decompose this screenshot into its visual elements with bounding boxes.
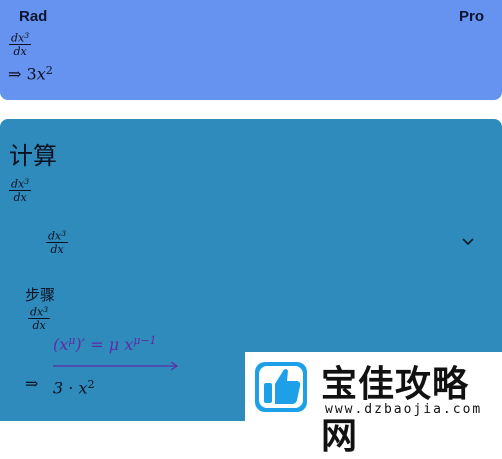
step-result: 3 · x2 <box>53 378 95 398</box>
step-numerator: dx <box>30 305 44 319</box>
collapsible-step-fraction[interactable]: dx3 dx <box>46 229 69 257</box>
power-rule-left: (x <box>53 334 69 354</box>
header-numerator: dx <box>11 31 25 45</box>
header-denominator: dx <box>13 45 27 59</box>
header-derivative-fraction: dx3 dx <box>9 31 32 59</box>
rule-arrow-icon <box>53 361 179 371</box>
step-result-arrow: ⇒ <box>25 374 39 393</box>
calc-denominator: dx <box>13 191 27 205</box>
watermark-url: www.dzbaojia.com <box>325 402 483 417</box>
calc-derivative-fraction: dx3 dx <box>9 177 32 205</box>
thumbs-up-logo <box>255 362 307 412</box>
step-result-coef: 3 · x <box>53 378 88 398</box>
step-denominator: dx <box>32 319 46 333</box>
rad-mode-label[interactable]: Rad <box>19 8 47 25</box>
header-result-coef: 3 <box>26 64 37 84</box>
collapsible-denominator: dx <box>50 243 64 257</box>
header-result-arrow: ⇒ <box>8 64 22 84</box>
calculation-title: 计算 <box>9 142 57 170</box>
header-result-var: x <box>36 64 46 84</box>
collapsible-numerator-exp: 3 <box>61 229 67 238</box>
header-result-exp: 2 <box>45 64 53 77</box>
collapsible-numerator: dx <box>48 229 62 243</box>
result-card[interactable] <box>0 0 502 100</box>
calc-numerator: dx <box>11 177 25 191</box>
chevron-down-icon[interactable] <box>461 235 475 249</box>
header-result: ⇒ 3x2 <box>8 64 53 84</box>
step-numerator-exp: 3 <box>43 305 49 314</box>
header-numerator-exp: 3 <box>24 31 30 40</box>
power-rule-right-exp: μ−1 <box>133 334 157 347</box>
calc-numerator-exp: 3 <box>24 177 30 186</box>
pro-mode-label[interactable]: Pro <box>459 8 484 25</box>
power-rule-text: (xμ)′ = μ xμ−1 <box>53 334 156 354</box>
power-rule: (xμ)′ = μ xμ−1 <box>53 334 183 374</box>
steps-label: 步骤 <box>25 286 56 304</box>
step-result-exp: 2 <box>87 378 95 391</box>
step-derivative-fraction: dx3 dx <box>28 305 51 333</box>
power-rule-right: )′ = μ x <box>75 334 134 354</box>
watermark: 宝佳攻略网 www.dzbaojia.com <box>245 352 502 457</box>
